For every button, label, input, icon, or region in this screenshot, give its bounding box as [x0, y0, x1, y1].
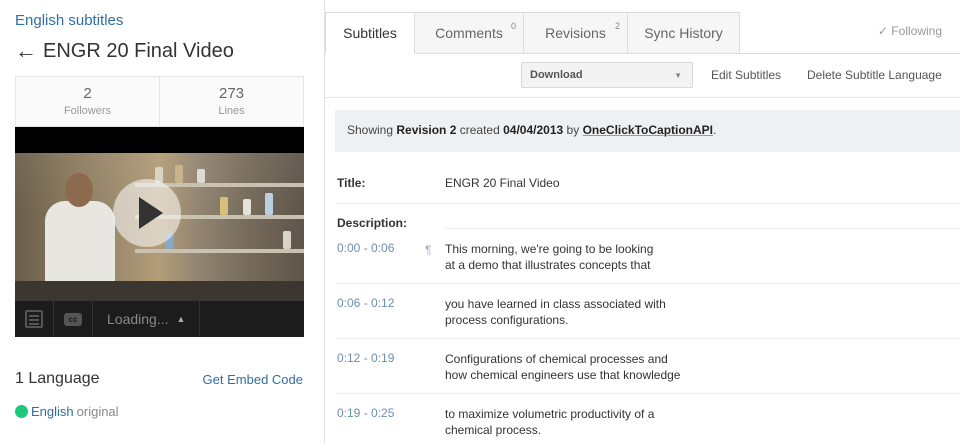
- lines-label: Lines: [218, 105, 245, 117]
- left-panel: English subtitles ← ENGR 20 Final Video …: [15, 0, 305, 444]
- toolbar: Download ▼ Edit Subtitles Delete Subtitl…: [325, 62, 960, 88]
- revision-author-link[interactable]: OneClickToCaptionAPI: [583, 123, 713, 137]
- tab-count: 0: [510, 21, 516, 31]
- subtitle-text: to maximize volumetric productivity of a…: [445, 406, 705, 438]
- revision-date: 04/04/2013: [503, 123, 564, 137]
- subtitle-text: Configurations of chemical processes and…: [445, 351, 705, 383]
- subtitle-line: chemical process.: [445, 423, 542, 437]
- subtitle-line: you have learned in class associated wit…: [445, 297, 666, 311]
- chevron-down-icon: ▼: [674, 71, 682, 80]
- revision-suffix: .: [713, 123, 717, 137]
- tab-revisions[interactable]: Revisions 2: [524, 12, 628, 54]
- language-list-item[interactable]: English original: [15, 404, 119, 419]
- play-button[interactable]: [113, 179, 181, 247]
- transcript-button[interactable]: [15, 301, 54, 337]
- followers-label: Followers: [63, 105, 112, 117]
- video-player[interactable]: cc Loading... ▲: [15, 127, 304, 337]
- edit-subtitles-link[interactable]: Edit Subtitles: [711, 68, 781, 82]
- tab-label: Subtitles: [343, 25, 397, 41]
- transcript-icon: [25, 310, 43, 328]
- player-controls: cc Loading... ▲: [15, 301, 304, 337]
- following-toggle[interactable]: ✓ Following: [878, 24, 942, 38]
- revision-by-word: by: [566, 123, 580, 137]
- tab-sync-history[interactable]: Sync History: [628, 12, 740, 54]
- page-title: ENGR 20 Final Video: [43, 39, 234, 62]
- followers-count: 2: [83, 85, 92, 102]
- description-label: Description:: [337, 216, 408, 230]
- delete-subtitle-language-link[interactable]: Delete Subtitle Language: [807, 68, 942, 82]
- stat-lines: 273 Lines: [159, 77, 303, 126]
- closed-captions-button[interactable]: cc: [54, 301, 93, 337]
- subtitle-timestamp[interactable]: 0:00 - 0:06: [337, 241, 394, 255]
- title-label: Title:: [337, 176, 366, 190]
- subtitle-line: at a demo that illustrates concepts that: [445, 258, 651, 272]
- paragraph-marker-icon[interactable]: ¶: [425, 243, 431, 257]
- tab-label: Sync History: [644, 25, 723, 41]
- language-subtitles-link[interactable]: English subtitles: [15, 12, 123, 29]
- closed-captions-icon: cc: [64, 312, 82, 326]
- subtitle-timestamp[interactable]: 0:19 - 0:25: [337, 406, 394, 420]
- subtitle-line: process configurations.: [445, 313, 569, 327]
- tab-comments[interactable]: Comments 0: [415, 12, 524, 54]
- tab-label: Revisions: [545, 25, 606, 41]
- back-arrow-icon[interactable]: ←: [15, 38, 37, 64]
- right-panel: Subtitles Comments 0 Revisions 2 Sync Hi…: [324, 0, 960, 444]
- subtitle-text: you have learned in class associated wit…: [445, 296, 705, 328]
- caret-up-icon: ▲: [176, 314, 186, 324]
- subtitle-timestamp[interactable]: 0:12 - 0:19: [337, 351, 394, 365]
- status-dot-icon: [15, 405, 28, 418]
- subtitle-line: to maximize volumetric productivity of a: [445, 407, 655, 421]
- subtitle-line: This morning, we're going to be looking: [445, 242, 654, 256]
- get-embed-code-link[interactable]: Get Embed Code: [203, 372, 303, 387]
- subtitle-row[interactable]: 0:19 - 0:25 to maximize volumetric produ…: [337, 402, 957, 444]
- revision-prefix: Showing: [347, 123, 394, 137]
- language-count: 1 Language: [15, 370, 100, 387]
- revision-name: Revision 2: [396, 123, 457, 137]
- subtitle-line: Configurations of chemical processes and: [445, 352, 668, 366]
- title-value: ENGR 20 Final Video: [445, 176, 560, 190]
- tab-subtitles[interactable]: Subtitles: [325, 12, 415, 54]
- subtitle-text: This morning, we're going to be looking …: [445, 241, 705, 273]
- loading-label: Loading...: [107, 311, 169, 327]
- stat-followers: 2 Followers: [16, 77, 159, 126]
- revision-created-word: created: [459, 123, 500, 137]
- revision-banner: Showing Revision 2 created 04/04/2013 by…: [335, 110, 960, 152]
- language-note: original: [76, 404, 119, 419]
- tab-label: Comments: [435, 25, 503, 41]
- page-title-row: ← ENGR 20 Final Video: [15, 38, 234, 64]
- language-name[interactable]: English: [31, 404, 74, 419]
- stats-bar: 2 Followers 273 Lines: [15, 76, 304, 127]
- subtitle-line: how chemical engineers use that knowledg…: [445, 368, 681, 382]
- tab-bar: Subtitles Comments 0 Revisions 2 Sync Hi…: [325, 12, 740, 54]
- lines-count: 273: [218, 85, 245, 102]
- subtitle-language-menu[interactable]: Loading... ▲: [93, 301, 201, 337]
- tab-count: 2: [614, 21, 620, 31]
- download-select[interactable]: Download ▼: [521, 62, 693, 88]
- download-label: Download: [530, 69, 583, 81]
- subtitle-timestamp[interactable]: 0:06 - 0:12: [337, 296, 394, 310]
